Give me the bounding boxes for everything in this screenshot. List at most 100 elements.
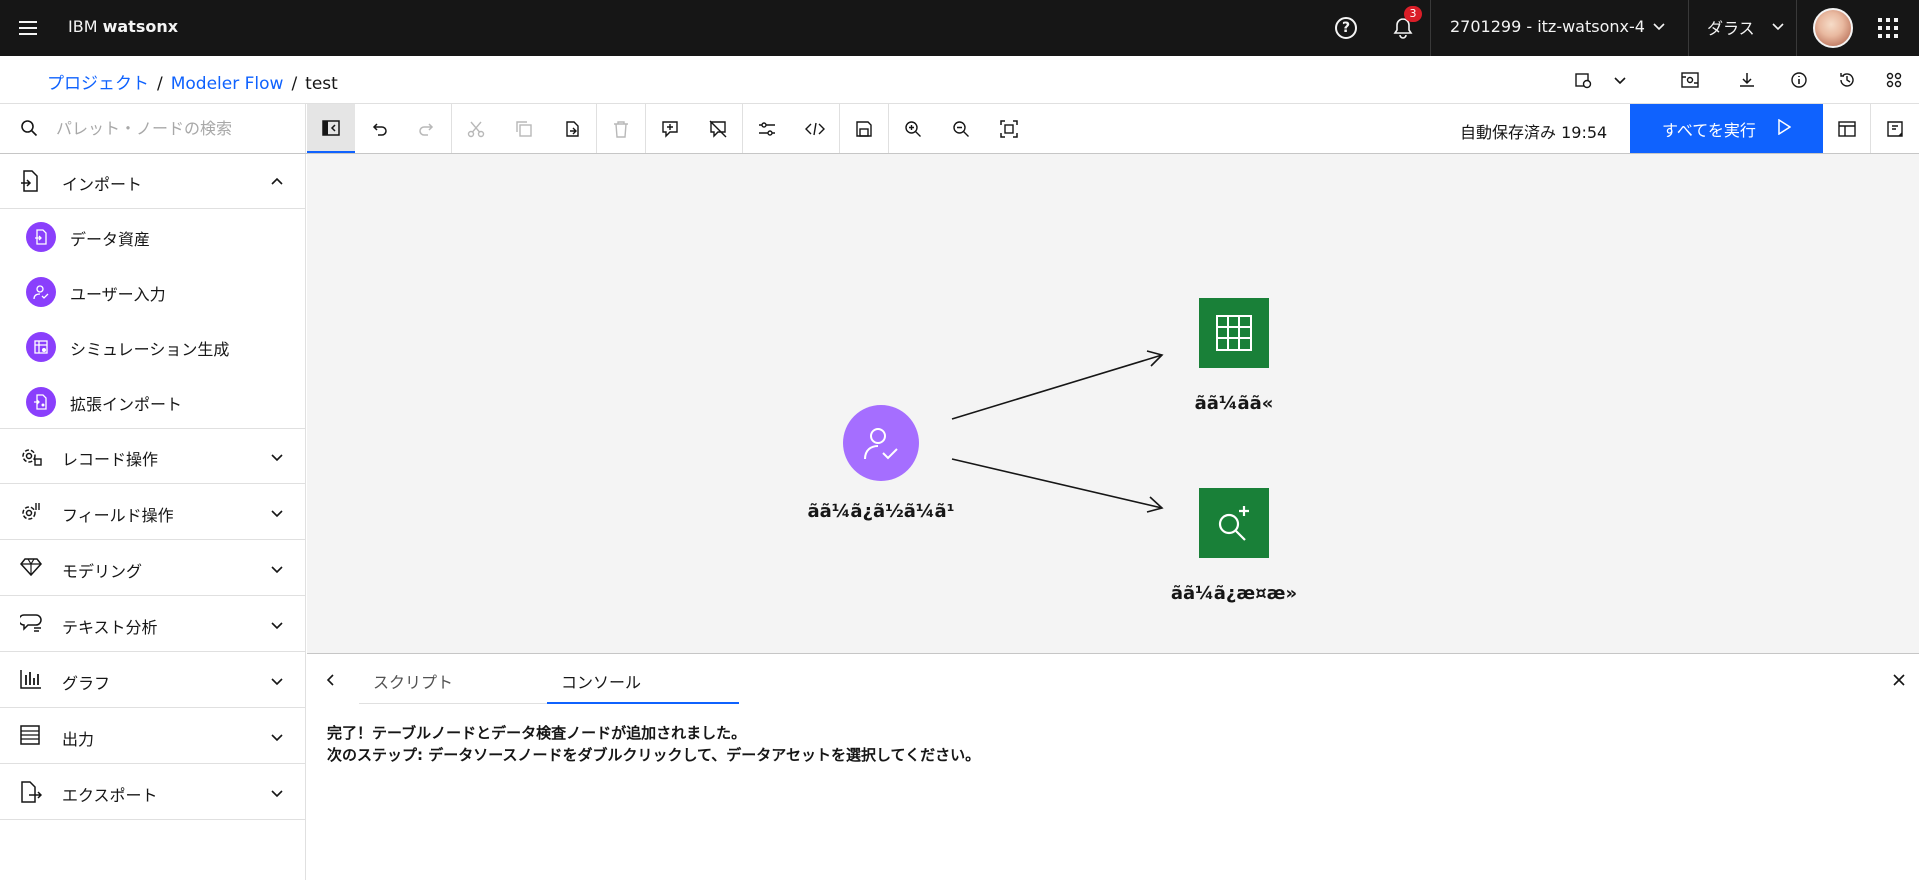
link-source-to-table [951,354,1163,420]
import-icon [20,170,40,196]
avatar[interactable] [1813,8,1853,48]
palette-node-data-asset[interactable]: データ資産 [0,209,306,264]
chevron-up-icon [270,174,284,193]
category-label: インポート [62,175,143,194]
category-import[interactable]: インポート [0,154,306,209]
link-source-to-audit [951,458,1163,509]
chevron-left-icon[interactable] [319,668,343,692]
category-graph[interactable]: グラフ [0,653,306,708]
brand-name: watsonx [102,17,179,36]
undo-button[interactable] [355,104,403,153]
run-all-button[interactable]: すべてを実行 [1630,104,1823,153]
cut-button[interactable] [452,104,500,153]
delete-button[interactable] [597,104,645,153]
flow-settings-icon[interactable] [1678,68,1702,92]
graph-icon [20,669,42,693]
flow-version-icon[interactable] [1571,68,1595,92]
search-input[interactable] [56,116,286,140]
account-switcher[interactable]: 2701299 - itz-watsonx-4 [1450,17,1645,36]
save-flow-button[interactable] [840,104,888,153]
zoom-out-button[interactable] [937,104,985,153]
download-icon[interactable] [1735,68,1759,92]
tab-script[interactable]: スクリプト [359,654,547,704]
canvas-node-label[interactable]: ãã¼ã¿æ¤æ» [1154,583,1314,604]
outputs-panel-button[interactable] [1823,104,1871,153]
user-input-icon [864,428,898,460]
palette-node-label: シミュレーション生成 [70,340,230,359]
header-divider [1688,0,1689,56]
chevron-down-icon [270,449,284,468]
category-export[interactable]: エクスポート [0,765,306,820]
header-divider [1430,0,1431,56]
canvas-node-data-audit[interactable] [1199,488,1269,558]
chevron-down-icon[interactable] [1652,18,1666,37]
close-icon[interactable] [1887,668,1911,692]
notifications-panel-button[interactable] [1871,104,1919,153]
chevron-down-icon[interactable] [1608,68,1632,92]
category-field-ops[interactable]: フィールド操作 [0,485,306,540]
code-icon[interactable] [791,104,839,153]
info-icon[interactable] [1787,68,1811,92]
canvas-node-label[interactable]: ãã¼ã¿ã½ã¼ã¹ [805,501,957,522]
paste-button[interactable] [548,104,596,153]
hamburger-menu-icon[interactable] [16,16,40,40]
help-icon[interactable]: ? [1332,14,1360,42]
category-modeling[interactable]: モデリング [0,541,306,596]
zoom-in-button[interactable] [889,104,937,153]
copy-button[interactable] [500,104,548,153]
flow-properties-button[interactable] [743,104,791,153]
breadcrumb: プロジェクト / Modeler Flow / test [47,74,338,94]
hide-comments-button[interactable] [694,104,742,153]
region-selector[interactable]: ダラス [1707,15,1755,39]
search-icon [20,119,38,141]
add-comment-button[interactable] [646,104,694,153]
redo-button[interactable] [403,104,451,153]
autosave-status: 自動保存済み 19:54 [1460,123,1608,142]
chevron-down-icon [270,505,284,524]
canvas-node-table[interactable] [1199,298,1269,368]
category-label: レコード操作 [62,450,159,469]
chevron-down-icon [270,785,284,804]
header-divider [1796,0,1797,56]
export-icon [20,781,43,807]
simulation-icon [26,332,56,362]
canvas-toolbar: 自動保存済み 19:54 すべてを実行 [0,104,1919,154]
canvas-node-data-source[interactable] [843,405,919,481]
category-output[interactable]: 出力 [0,709,306,764]
flow-canvas[interactable]: ãã¼ã¿ã½ã¼ã¹ ãã¼ãã« ãã¼ã¿æ¤æ» [307,154,1919,653]
breadcrumb-projects[interactable]: プロジェクト [47,74,149,94]
canvas-node-label[interactable]: ãã¼ãã« [1164,393,1304,414]
console-line: 次のステップ: データソースノードをダブルクリックして、データアセットを選択して… [327,746,981,764]
bottom-panel: スクリプト コンソール 完了！テーブルノードとデータ検査ノードが追加されました。… [307,653,1919,880]
brand-prefix: IBM [68,17,98,36]
fit-to-screen-button[interactable] [985,104,1033,153]
output-icon [20,725,40,749]
chevron-down-icon [270,617,284,636]
palette-node-user-input[interactable]: ユーザー入力 [0,264,306,319]
history-icon[interactable] [1835,68,1859,92]
palette-node-extension-import[interactable]: 拡張インポート [0,374,306,429]
palette-node-simulation[interactable]: シミュレーション生成 [0,319,306,374]
chevron-down-icon[interactable] [1771,18,1785,37]
console-output: 完了！テーブルノードとデータ検査ノードが追加されました。 次のステップ: データ… [327,722,980,766]
category-label: エクスポート [62,786,158,805]
category-text-analytics[interactable]: テキスト分析 [0,597,306,652]
breadcrumb-modeler-flow[interactable]: Modeler Flow [171,74,284,94]
chevron-down-icon [270,729,284,748]
category-label: グラフ [62,674,111,693]
related-assets-icon[interactable] [1882,68,1906,92]
notification-badge: 3 [1404,6,1422,22]
product-name[interactable]: IBM watsonx [68,17,178,36]
record-ops-icon [20,445,42,471]
play-icon [1777,118,1792,139]
tab-console[interactable]: コンソール [547,654,739,704]
app-switcher-icon[interactable] [1878,18,1898,38]
top-header: IBM watsonx ? 3 2701299 - itz-watsonx-4 … [0,0,1919,56]
breadcrumb-bar: プロジェクト / Modeler Flow / test [0,56,1919,104]
extension-import-icon [26,387,56,417]
palette-node-label: データ資産 [70,230,151,249]
palette-node-label: ユーザー入力 [70,285,166,304]
console-line: 完了！テーブルノードとデータ検査ノードが追加されました。 [327,724,747,742]
category-record-ops[interactable]: レコード操作 [0,429,306,484]
toggle-palette-button[interactable] [307,104,355,153]
